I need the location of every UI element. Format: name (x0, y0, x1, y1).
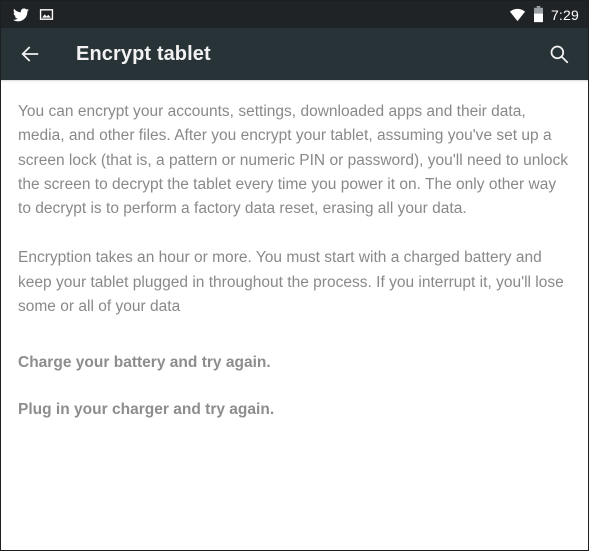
status-bar-right-icons: 7:29 (509, 6, 579, 23)
description-paragraph-1: You can encrypt your accounts, settings,… (18, 103, 568, 218)
image-icon (39, 7, 54, 22)
warning-charge-battery: Charge your battery and try again. (18, 354, 271, 372)
back-arrow-icon (21, 46, 39, 62)
status-bar: 7:29 (1, 1, 588, 28)
app-toolbar: Encrypt tablet (1, 28, 588, 80)
warning-plug-in-charger: Plug in your charger and try again. (18, 401, 275, 419)
battery-icon (533, 6, 544, 23)
search-icon (550, 45, 569, 64)
page-title: Encrypt tablet (76, 42, 211, 65)
search-button[interactable] (544, 39, 574, 69)
wifi-icon (509, 8, 526, 22)
description-paragraph-2: Encryption takes an hour or more. You mu… (18, 249, 564, 316)
back-button[interactable] (15, 39, 45, 69)
status-bar-clock: 7:29 (550, 6, 579, 23)
status-bar-left-icons (12, 7, 54, 23)
encrypt-tablet-screen: 7:29 Encrypt tablet You can encrypt your… (0, 0, 589, 551)
twitter-icon (12, 7, 29, 23)
content-area: You can encrypt your accounts, settings,… (1, 83, 588, 421)
